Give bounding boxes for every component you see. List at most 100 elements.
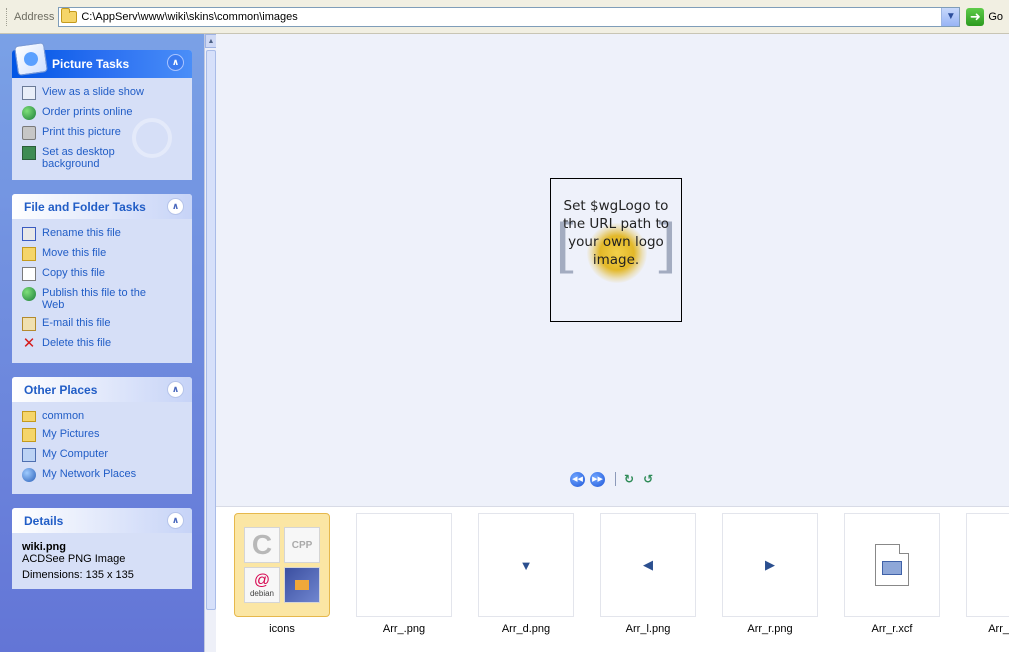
details-filename: wiki.png	[22, 541, 66, 553]
rotate-counterclockwise-button[interactable]: ↺	[643, 472, 653, 486]
cpp-file-icon: CPP	[284, 527, 320, 563]
rename-icon	[22, 227, 36, 241]
go-label: Go	[988, 10, 1003, 23]
task-pane-scrollbar[interactable]: ▲	[204, 34, 217, 652]
filmstrip-label: Arr_.png	[382, 623, 426, 635]
filmstrip-item-arr-r[interactable]: ▶	[722, 513, 818, 617]
address-dropdown-button[interactable]: ▼	[941, 7, 960, 26]
task-label: Delete this file	[42, 337, 112, 349]
folder-icon	[22, 411, 36, 422]
slideshow-icon	[22, 86, 36, 100]
task-label: Print this picture	[42, 126, 121, 138]
task-label: Move this file	[42, 247, 107, 259]
task-label: Order prints online	[42, 106, 133, 118]
folder-icon	[61, 7, 78, 23]
task-label: E-mail this file	[42, 317, 111, 329]
move-icon	[22, 247, 36, 261]
my-pictures-icon	[22, 428, 36, 442]
collapse-icon[interactable]: ∧	[167, 381, 184, 398]
filmstrip-label: Arr_l.png	[625, 623, 671, 635]
filmstrip-item-arr[interactable]	[356, 513, 452, 617]
preview-image: [ ] Set $wgLogo to the URL path to your …	[550, 178, 682, 322]
order-prints-link[interactable]: Order prints online	[22, 106, 182, 120]
task-label: Publish this file to the Web	[42, 287, 146, 311]
picture-watermark-icon	[132, 118, 172, 158]
my-computer-icon	[22, 448, 36, 462]
place-my-computer-link[interactable]: My Computer	[22, 448, 182, 462]
next-image-button[interactable]: ▶▶	[590, 471, 605, 487]
file-folder-tasks-panel: File and Folder Tasks ∧ Rename this file…	[12, 194, 192, 363]
printer-icon	[22, 126, 36, 140]
archive-icon	[284, 567, 320, 603]
logo-placeholder-text: Set $wgLogo to the URL path to your own …	[562, 198, 670, 268]
file-folder-tasks-header[interactable]: File and Folder Tasks ∧	[12, 194, 192, 219]
delete-file-link[interactable]: ✕ Delete this file	[22, 335, 182, 352]
filmstrip-item-arr-l[interactable]: ◀	[600, 513, 696, 617]
filmstrip-item-arr-r-xcf[interactable]	[844, 513, 940, 617]
toolbar-grip[interactable]	[6, 7, 10, 26]
scroll-thumb[interactable]	[206, 50, 216, 610]
picture-tasks-header[interactable]: Picture Tasks ∧	[12, 42, 192, 78]
collapse-icon[interactable]: ∧	[167, 54, 184, 71]
address-input[interactable]: C:\AppServ\www\wiki\skins\common\images …	[58, 6, 961, 27]
details-panel: Details ∧ wiki.png ACDSee PNG Image Dime…	[12, 508, 192, 589]
address-bar: Address C:\AppServ\www\wiki\skins\common…	[0, 0, 1009, 34]
place-label: My Network Places	[42, 468, 137, 480]
filmstrip-label: Arr_d.png	[501, 623, 551, 635]
globe-icon	[22, 106, 36, 120]
collapse-icon[interactable]: ∧	[167, 198, 184, 215]
place-network-link[interactable]: My Network Places	[22, 468, 182, 482]
place-common-link[interactable]: common	[22, 410, 182, 422]
copy-file-link[interactable]: Copy this file	[22, 267, 182, 281]
debian-icon: @ debian	[244, 567, 280, 603]
other-places-header[interactable]: Other Places ∧	[12, 377, 192, 402]
move-file-link[interactable]: Move this file	[22, 247, 182, 261]
view-slideshow-link[interactable]: View as a slide show	[22, 86, 182, 100]
arrow-down-icon: ▼	[519, 557, 533, 573]
details-title: Details	[24, 513, 64, 528]
picture-tasks-title: Picture Tasks	[52, 57, 130, 71]
image-preview-area: [ ] Set $wgLogo to the URL path to your …	[216, 34, 1009, 506]
arrow-right-icon: ▶	[765, 557, 775, 572]
task-label: Rename this file	[42, 227, 121, 239]
toolbar-separator	[615, 472, 616, 486]
filmstrip-label: Arr_	[988, 623, 1009, 635]
rotate-clockwise-button[interactable]: ↻	[624, 472, 634, 486]
details-type: ACDSee PNG Image	[22, 553, 126, 565]
other-places-title: Other Places	[24, 382, 98, 397]
publish-icon	[22, 287, 36, 301]
filmstrip-label: Arr_r.xcf	[871, 623, 913, 635]
collapse-icon[interactable]: ∧	[167, 512, 184, 529]
filmstrip-label: Arr_r.png	[747, 623, 793, 635]
rename-file-link[interactable]: Rename this file	[22, 227, 182, 241]
address-label: Address	[14, 10, 55, 23]
place-label: common	[42, 410, 85, 422]
place-my-pictures-link[interactable]: My Pictures	[22, 428, 182, 442]
place-label: My Computer	[42, 448, 109, 460]
task-label: View as a slide show	[42, 86, 144, 98]
document-icon	[875, 544, 909, 586]
go-arrow-icon: ➜	[966, 7, 985, 26]
filmstrip: C CPP @ debian icons Arr_.png ▼ Arr_d.png…	[216, 506, 1009, 652]
task-label: Copy this file	[42, 267, 105, 279]
email-icon	[22, 317, 36, 331]
go-button[interactable]: ➜ Go	[966, 7, 1003, 26]
filmstrip-label: icons	[269, 623, 295, 635]
folder-preview-grid: C CPP @ debian	[244, 527, 320, 603]
filmstrip-item-icons[interactable]: C CPP @ debian	[234, 513, 330, 617]
arrow-left-icon: ◀	[643, 557, 653, 572]
filmstrip-item-partial[interactable]	[966, 513, 1009, 617]
details-header[interactable]: Details ∧	[12, 508, 192, 533]
publish-file-link[interactable]: Publish this file to the Web	[22, 287, 182, 311]
file-folder-tasks-title: File and Folder Tasks	[24, 199, 146, 214]
filmstrip-item-arr-d[interactable]: ▼	[478, 513, 574, 617]
address-path[interactable]: C:\AppServ\www\wiki\skins\common\images	[81, 11, 297, 23]
picture-tasks-panel: Picture Tasks ∧ View as a slide show Ord…	[12, 42, 192, 180]
other-places-panel: Other Places ∧ common My Pictures My Com…	[12, 377, 192, 494]
email-file-link[interactable]: E-mail this file	[22, 317, 182, 331]
task-pane: Picture Tasks ∧ View as a slide show Ord…	[0, 34, 204, 652]
previous-image-button[interactable]: ◀◀	[570, 471, 585, 487]
copy-icon	[22, 267, 36, 281]
task-label: Set as desktop background	[42, 146, 115, 170]
delete-icon: ✕	[22, 335, 36, 352]
